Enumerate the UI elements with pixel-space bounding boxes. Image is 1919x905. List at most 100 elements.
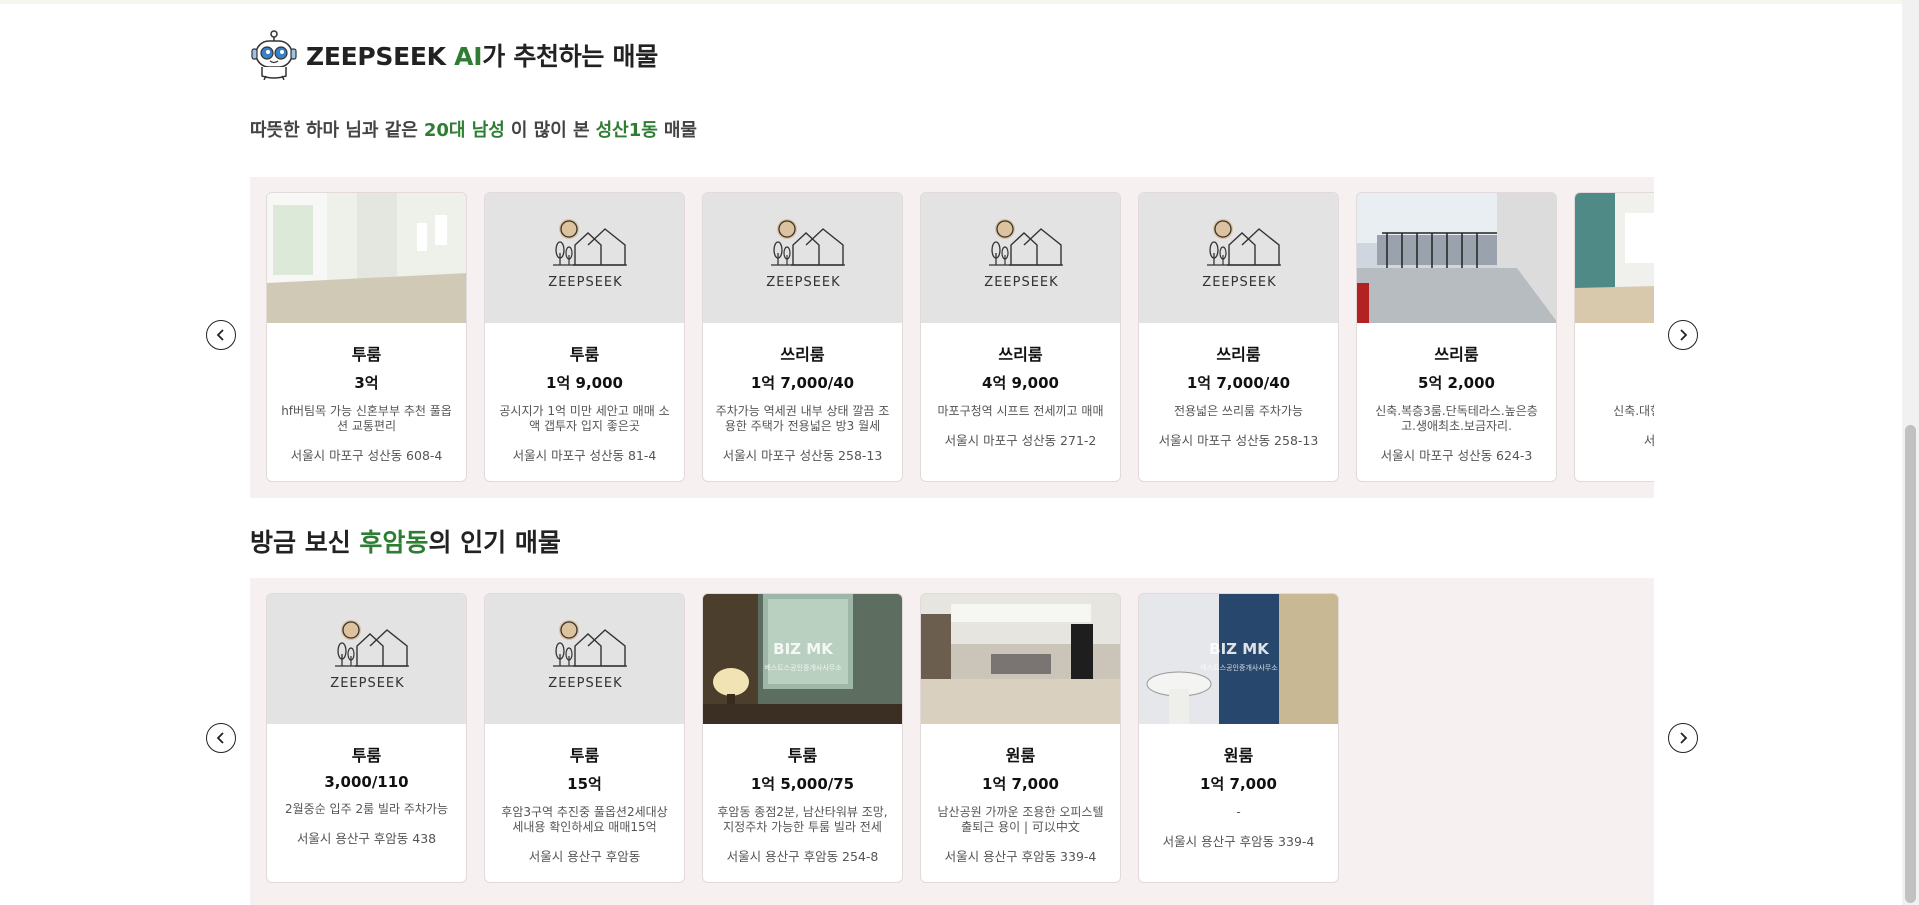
listing-thumbnail[interactable]	[267, 193, 466, 323]
listing-thumbnail[interactable]	[1575, 193, 1654, 323]
listing-thumbnail[interactable]: BIZ MK 베스트스공인중개사사무소	[703, 594, 902, 724]
placeholder-label: ZEEPSEEK	[330, 676, 404, 691]
ai-carousel-next-button[interactable]	[1668, 320, 1698, 350]
subtitle-demographic: 20대 남성	[423, 120, 505, 141]
recent-carousel-next-button[interactable]	[1668, 723, 1698, 753]
listing-photo	[921, 594, 1120, 724]
listing-price: 3,000/110	[324, 773, 409, 791]
listing-thumbnail[interactable]: ZEEPSEEK	[485, 193, 684, 323]
svg-text:베스트스공인중개사사무소: 베스트스공인중개사사무소	[764, 663, 842, 672]
listing-price: 1억 7,000/40	[1186, 374, 1291, 392]
title-ai: AI	[454, 42, 483, 71]
placeholder-label: ZEEPSEEK	[1202, 275, 1276, 290]
listing-thumbnail[interactable]	[921, 594, 1120, 724]
listing-photo	[1357, 193, 1556, 323]
ai-carousel-prev-button[interactable]	[206, 320, 236, 350]
robot-mascot-icon	[251, 30, 297, 80]
listing-address: 서울시 마포구 성산동 258-13	[722, 448, 883, 463]
listing-address: 서울시 마포구 성산동 258-13	[1158, 433, 1319, 448]
listing-card[interactable]: ZEEPSEEK 쓰리룸 4억 9,000 마포구청역 시프트 전세끼고 매매서울시 …	[920, 192, 1121, 482]
listing-address: 서울시 용산구 후암동 254-8	[726, 849, 879, 864]
listing-info: 투룸 1억 5,000/75 후암동 종점2분, 남산타워뷰 조망, 지정주차 가능…	[703, 724, 902, 865]
page-scrollbar[interactable]	[1902, 0, 1919, 905]
ai-section-subtitle: 따뜻한 하마 님과 같은 20대 남성 이 많이 본 성산1동 매물	[250, 116, 697, 142]
listing-thumbnail[interactable]: ZEEPSEEK	[921, 193, 1120, 323]
listing-thumbnail[interactable]: ZEEPSEEK	[267, 594, 466, 724]
svg-text:BIZ MK: BIZ MK	[773, 640, 834, 658]
listing-info: 쓰리룸 4억 9,000 마포구청역 시프트 전세끼고 매매서울시 마포구 성산동 …	[921, 323, 1120, 449]
listing-description: 전용넓은 쓰리룸 주차가능	[1173, 404, 1304, 418]
listing-room-type: 투룸	[351, 746, 382, 765]
listing-room-type: 쓰리룸	[1434, 345, 1479, 364]
listing-info: 투룸 3,000/110 2월중순 입주 2룸 빌라 주차가능서울시 용산구 후암동…	[267, 724, 466, 847]
listing-info: 투룸 1억 9,000 공시지가 1억 미만 세안고 매매 소액 갭투자 입지 좋은…	[485, 323, 684, 464]
listing-address: 서울시 마포구 성산동 271-2	[944, 433, 1097, 448]
listing-thumbnail[interactable]: ZEEPSEEK	[703, 193, 902, 323]
listing-card[interactable]: ZEEPSEEK 투룸 3,000/110 2월중순 입주 2룸 빌라 주차가능서울시…	[266, 593, 467, 883]
subtitle-text: 따뜻한 하마 님과 같은	[250, 120, 418, 141]
listing-card[interactable]: 투룸 3억 hf버팀목 가능 신혼부부 추천 풀옵션 교통편리 서울시 마포구 성산동…	[266, 192, 467, 482]
listing-price: 6억	[1575, 372, 1654, 393]
placeholder-label: ZEEPSEEK	[766, 275, 840, 290]
listing-card[interactable]: BIZ MK 베스트스공인중개사사무소투룸 1억 5,000/75 후암동 종점2분,…	[702, 593, 903, 883]
listing-description: 마포구청역 시프트 전세끼고 매매	[937, 404, 1104, 418]
listing-card[interactable]: 원룸 1억 7,000 남산공원 가까운 조용한 오피스텔 출퇴근 용이 | 可以中…	[920, 593, 1121, 883]
listing-address: 서울시 마포구 성산동 608-4	[290, 448, 443, 463]
listing-thumbnail[interactable]	[1357, 193, 1556, 323]
listing-address: 서울시 용산구 후암동 438	[296, 831, 437, 846]
listing-thumbnail[interactable]: ZEEPSEEK	[1139, 193, 1338, 323]
listing-room-type: 투룸	[351, 345, 382, 364]
listing-address: 서울시 마포	[1575, 430, 1654, 449]
listing-description: 2월중순 입주 2룸 빌라 주차가능	[284, 802, 448, 816]
listing-price: 5억 2,000	[1418, 374, 1495, 392]
listing-thumbnail[interactable]: BIZ MK 베스트스공인중개사사무소	[1139, 594, 1338, 724]
listing-room-type: 쓰	[1575, 341, 1654, 365]
listing-description: 후암동 종점2분, 남산타워뷰 조망, 지정주차 가능한 투룸 빌라 전세	[717, 805, 888, 834]
placeholder-label: ZEEPSEEK	[548, 676, 622, 691]
listing-price: 1억 7,000	[982, 775, 1059, 793]
listing-card[interactable]: 쓰리룸 5억 2,000 신축.복층3룸.단독테라스.높은층고.생애최초.보금자리.…	[1356, 192, 1557, 482]
listing-info: 쓰리룸 5억 2,000 신축.복층3룸.단독테라스.높은층고.생애최초.보금자리.…	[1357, 323, 1556, 464]
chevron-left-icon	[216, 732, 224, 744]
ai-recommendation-carousel: 투룸 3억 hf버팀목 가능 신혼부부 추천 풀옵션 교통편리 서울시 마포구 성산동…	[250, 177, 1654, 498]
house-with-sun-and-tree-icon: ZEEPSEEK	[921, 193, 1120, 323]
listing-price: 15억	[567, 775, 602, 793]
top-divider	[0, 0, 1919, 4]
house-with-sun-and-tree-icon: ZEEPSEEK	[703, 193, 902, 323]
listing-price: 1억 9,000	[546, 374, 623, 392]
ai-section-title: ZEEPSEEK AI가 추천하는 매물	[306, 37, 658, 73]
recent-carousel-prev-button[interactable]	[206, 723, 236, 753]
listing-info: 쓰리룸 1억 7,000/40 전용넓은 쓰리룸 주차가능서울시 마포구 성산동 2…	[1139, 323, 1338, 449]
title-suffix: 의 인기 매물	[428, 528, 561, 557]
listing-card[interactable]: ZEEPSEEK 쓰리룸 1억 7,000/40 주차가능 역세권 내부 상태 깔끔 …	[702, 192, 903, 482]
listing-info: 쓰리룸 1억 7,000/40 주차가능 역세권 내부 상태 깔끔 조용한 주택가 …	[703, 323, 902, 464]
listing-info: 원룸 1억 7,000 - 서울시 용산구 후암동 339-4	[1139, 724, 1338, 850]
listing-photo: BIZ MK 베스트스공인중개사사무소	[703, 594, 902, 724]
listing-card[interactable]: ZEEPSEEK 투룸 15억후암3구역 추진중 풀옵션2세대상 세내용 확인하세요…	[484, 593, 685, 883]
recent-section-title: 방금 보신 후암동의 인기 매물	[250, 523, 561, 559]
listing-address: 서울시 용산구 후암동 339-4	[944, 849, 1097, 864]
listing-card[interactable]: 쓰 6억신축.대형3룸 적.주차10 서울시 마포	[1574, 192, 1654, 482]
listing-description: 공시지가 1억 미만 세안고 매매 소액 갭투자 입지 좋은곳	[499, 404, 670, 433]
listing-description: hf버팀목 가능 신혼부부 추천 풀옵션 교통편리	[281, 404, 452, 433]
listing-description: 신축.복층3룸.단독테라스.높은층고.생애최초.보금자리.	[1375, 404, 1538, 433]
ai-section-header: ZEEPSEEK AI가 추천하는 매물	[250, 30, 658, 80]
listing-room-type: 투룸	[569, 746, 600, 765]
listing-info: 원룸 1억 7,000 남산공원 가까운 조용한 오피스텔 출퇴근 용이 | 可以中…	[921, 724, 1120, 865]
listing-room-type: 쓰리룸	[998, 345, 1043, 364]
listing-card[interactable]: BIZ MK 베스트스공인중개사사무소 원룸 1억 7,000 - 서울시 용산구 후암동…	[1138, 593, 1339, 883]
house-with-sun-and-tree-icon: ZEEPSEEK	[485, 193, 684, 323]
listing-price: 4억 9,000	[982, 374, 1059, 392]
recent-popular-carousel: ZEEPSEEK 투룸 3,000/110 2월중순 입주 2룸 빌라 주차가능서울시…	[250, 578, 1654, 905]
listing-description: 후암3구역 추진중 풀옵션2세대상 세내용 확인하세요 매매15억	[501, 805, 668, 834]
scrollbar-thumb[interactable]	[1905, 425, 1916, 903]
listing-card[interactable]: ZEEPSEEK 투룸 1억 9,000 공시지가 1억 미만 세안고 매매 소액 갭…	[484, 192, 685, 482]
listing-info: 투룸 3억 hf버팀목 가능 신혼부부 추천 풀옵션 교통편리 서울시 마포구 성산동…	[267, 323, 466, 464]
listing-card[interactable]: ZEEPSEEK 쓰리룸 1억 7,000/40 전용넓은 쓰리룸 주차가능서울시 마…	[1138, 192, 1339, 482]
listing-room-type: 쓰리룸	[1216, 345, 1261, 364]
chevron-right-icon	[1680, 732, 1688, 744]
title-brand: ZEEPSEEK	[306, 42, 455, 71]
listing-description: 주차가능 역세권 내부 상태 깔끔 조용한 주택가 전용넓은 방3 월세	[715, 404, 890, 433]
placeholder-label: ZEEPSEEK	[548, 275, 622, 290]
listing-thumbnail[interactable]: ZEEPSEEK	[485, 594, 684, 724]
